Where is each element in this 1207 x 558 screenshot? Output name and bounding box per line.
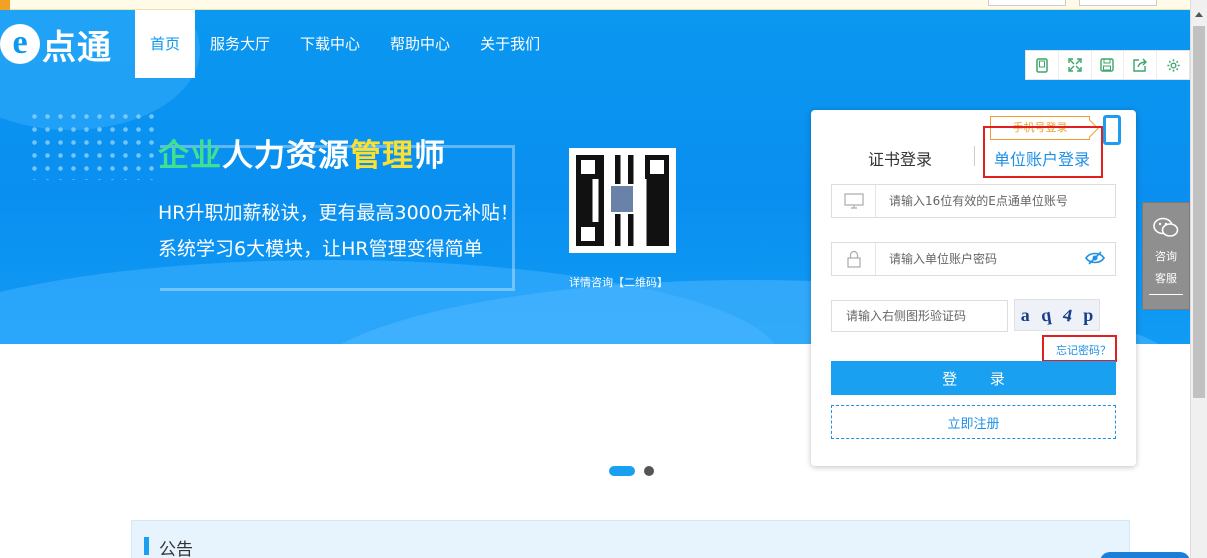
captcha-char: 4 xyxy=(1060,303,1074,326)
eye-hidden-icon[interactable] xyxy=(1085,251,1105,269)
carousel-dot-active[interactable] xyxy=(609,466,635,476)
captcha-char: a xyxy=(1020,304,1030,325)
scroll-up-arrow[interactable] xyxy=(1195,12,1203,17)
nav-item-service-hall[interactable]: 服务大厅 xyxy=(195,10,285,78)
decorative-dots xyxy=(28,110,158,180)
settings-icon[interactable] xyxy=(1157,51,1189,79)
banner-title: 企业人力资源管理师 xyxy=(158,130,446,175)
banner-title-part: 师 xyxy=(414,138,446,174)
qr-code xyxy=(569,148,676,253)
strip-tab[interactable] xyxy=(988,0,1066,6)
tab-divider xyxy=(974,146,975,166)
account-field xyxy=(831,184,1116,218)
vertical-scrollbar[interactable] xyxy=(1190,0,1207,558)
nav-item-download[interactable]: 下载中心 xyxy=(285,10,375,78)
account-input[interactable] xyxy=(876,185,1115,217)
mobile-icon[interactable] xyxy=(1026,51,1059,79)
page-toolbar xyxy=(1025,50,1190,80)
nav-item-home[interactable]: 首页 xyxy=(135,10,196,78)
banner-line-2: 系统学习6大模块，让HR管理变得简单 xyxy=(158,238,483,260)
monitor-icon xyxy=(832,185,876,217)
captcha-char: p xyxy=(1083,304,1094,325)
tab-certificate-login[interactable]: 证书登录 xyxy=(868,146,932,170)
notice-accent-bar xyxy=(144,537,149,555)
chat-button[interactable] xyxy=(1100,552,1190,558)
captcha-input[interactable] xyxy=(831,300,1008,332)
fullscreen-icon[interactable] xyxy=(1059,51,1092,79)
login-button[interactable]: 登 录 xyxy=(831,361,1116,395)
warning-icon xyxy=(0,0,10,10)
notice-section: 公告 xyxy=(131,520,1130,558)
nav-item-help[interactable]: 帮助中心 xyxy=(375,10,465,78)
top-navbar: e 点通 首页 服务大厅 下载中心 帮助中心 关于我们 xyxy=(0,10,555,78)
highlight-box xyxy=(983,126,1103,178)
qr-caption: 详情咨询【二维码】 xyxy=(569,276,668,289)
password-input[interactable] xyxy=(876,243,1115,275)
nav-item-about[interactable]: 关于我们 xyxy=(465,10,555,78)
phone-icon[interactable] xyxy=(1103,115,1121,145)
carousel-dot[interactable] xyxy=(644,466,654,476)
browser-info-strip xyxy=(0,0,1190,10)
logo-letter: e xyxy=(0,24,40,64)
banner-title-part: 人力资源 xyxy=(222,138,350,174)
banner-line-1: HR升职加薪秘诀，更有最高3000元补贴！ xyxy=(158,202,519,224)
wechat-icon xyxy=(1143,217,1189,246)
customer-service-widget[interactable]: 咨询 客服 xyxy=(1142,202,1190,310)
banner-title-part: 企业 xyxy=(158,138,222,174)
highlight-box xyxy=(1042,335,1117,362)
service-label-2: 客服 xyxy=(1155,272,1177,285)
site-logo[interactable]: e 点通 xyxy=(0,10,135,78)
scroll-thumb[interactable] xyxy=(1193,26,1205,398)
captcha-char: q xyxy=(1039,303,1053,326)
password-field xyxy=(831,242,1116,276)
save-icon[interactable] xyxy=(1092,51,1125,79)
banner-title-part: 管理 xyxy=(350,138,414,174)
logo-text: 点通 xyxy=(42,27,112,68)
register-button[interactable]: 立即注册 xyxy=(831,405,1116,439)
strip-tab[interactable] xyxy=(1079,0,1157,6)
share-icon[interactable] xyxy=(1124,51,1158,79)
service-label-1: 咨询 xyxy=(1155,250,1177,263)
captcha-image[interactable]: a q 4 p xyxy=(1014,299,1100,331)
notice-title: 公告 xyxy=(159,540,193,558)
lock-icon xyxy=(832,243,876,275)
